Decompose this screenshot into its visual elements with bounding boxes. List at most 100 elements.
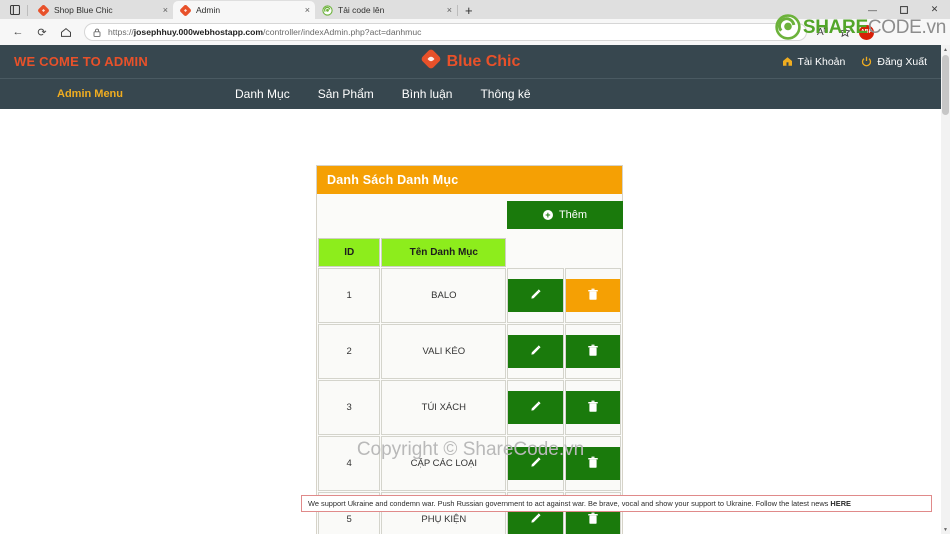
url-path: /controller/indexAdmin.php?act=danhmuc	[263, 27, 422, 37]
cell-delete	[564, 324, 621, 379]
nav-item-binh-luan[interactable]: Bình luận	[388, 87, 467, 101]
ukraine-support-banner: We support Ukraine and condemn war. Push…	[301, 495, 932, 512]
brand-logo[interactable]: Blue Chic	[421, 49, 520, 74]
home-icon	[782, 56, 793, 67]
cell-delete	[564, 380, 621, 435]
main-content: Danh Sách Danh Mục + Thêm ID Tên Danh Mụ…	[0, 109, 941, 534]
tab-title: Tải code lên	[338, 5, 385, 15]
adblock-plus-icon[interactable]: ABP	[857, 23, 876, 42]
table-header-row: ID Tên Danh Mục	[318, 238, 621, 267]
maximize-button[interactable]	[888, 0, 919, 19]
minimize-button[interactable]: —	[857, 0, 888, 19]
edit-button[interactable]	[508, 279, 563, 312]
cell-edit	[507, 380, 564, 435]
logout-label: Đăng Xuất	[877, 55, 927, 68]
cell-id: 2	[318, 324, 381, 379]
nav-item-san-pham[interactable]: Sản Phẩm	[304, 87, 388, 101]
logout-link[interactable]: Đăng Xuất	[861, 56, 927, 68]
add-button-label: Thêm	[558, 209, 588, 221]
collections-icon[interactable]	[879, 23, 898, 42]
close-icon[interactable]: ×	[305, 5, 310, 15]
close-window-button[interactable]: ✕	[919, 0, 950, 19]
tab-title: Admin	[196, 5, 221, 15]
scroll-up-arrow[interactable]: ▲	[941, 45, 950, 54]
browser-essentials-icon[interactable]	[901, 23, 920, 42]
browser-tab-tai-code-len[interactable]: Tải code lên ×	[315, 1, 457, 19]
category-table: ID Tên Danh Mục 1 BALO 2 VALI KÉO 3 TÚI …	[317, 237, 622, 534]
reload-icon[interactable]: ⟳	[30, 21, 54, 43]
tab-list-icon[interactable]	[4, 1, 26, 19]
cell-edit	[507, 324, 564, 379]
column-header-delete	[565, 238, 621, 267]
table-row: 1 BALO	[318, 268, 621, 323]
settings-menu-icon[interactable]	[923, 23, 942, 42]
copyright-text: Copyright © ShareCode.vn	[356, 439, 585, 460]
table-head: ID Tên Danh Mục	[318, 238, 621, 267]
close-icon[interactable]: ×	[447, 5, 452, 15]
column-header-name: Tên Danh Mục	[381, 238, 507, 267]
page-content: WE COME TO ADMIN Blue Chic Tài Khoản Đăn…	[0, 45, 941, 534]
cell-id: 3	[318, 380, 381, 435]
category-list-panel: Danh Sách Danh Mục + Thêm ID Tên Danh Mụ…	[316, 165, 623, 534]
cell-id: 1	[318, 268, 381, 323]
scrollbar-thumb[interactable]	[942, 55, 949, 115]
toolbar-right-icons: Aᴺ ABP	[813, 23, 944, 42]
ukraine-banner-link[interactable]: HERE	[830, 499, 851, 508]
ukraine-banner-text: We support Ukraine and condemn war. Push…	[308, 499, 831, 508]
browser-tab-shop-blue-chic[interactable]: Shop Blue Chic ×	[31, 1, 173, 19]
cell-name: BALO	[381, 268, 507, 323]
pencil-icon	[529, 344, 542, 360]
address-bar[interactable]: https://josephhuy.000webhostapp.com/cont…	[84, 23, 807, 41]
browser-toolbar: ← ⟳ https://josephhuy.000webhostapp.com/…	[0, 19, 950, 45]
pencil-icon	[529, 400, 542, 416]
add-category-button[interactable]: + Thêm	[508, 202, 622, 228]
trash-icon	[587, 288, 599, 304]
admin-nav: Admin Menu Danh Mục Sản Phẩm Bình luận T…	[0, 78, 941, 109]
delete-button[interactable]	[565, 335, 620, 368]
bluechic-favicon	[38, 4, 49, 16]
scroll-down-arrow[interactable]: ▼	[941, 525, 950, 534]
column-header-id: ID	[318, 238, 381, 267]
window-controls: — ✕	[857, 0, 950, 19]
delete-button[interactable]	[565, 279, 620, 312]
cell-edit	[507, 268, 564, 323]
plus-circle-icon: +	[542, 210, 553, 220]
admin-menu-label: Admin Menu	[57, 88, 123, 100]
panel-body: + Thêm ID Tên Danh Mục 1 BALO 2 VALI KÉO…	[317, 194, 622, 534]
back-icon[interactable]: ←	[6, 21, 30, 43]
url-scheme: https://	[108, 27, 134, 37]
edit-button[interactable]	[508, 335, 563, 368]
tab-separator	[27, 5, 28, 16]
read-aloud-icon[interactable]: Aᴺ	[813, 23, 832, 42]
trash-icon	[587, 344, 599, 360]
pencil-icon	[529, 512, 542, 528]
lock-icon	[93, 28, 101, 37]
trash-icon	[587, 512, 599, 528]
bluechic-favicon	[180, 4, 191, 16]
trash-icon	[587, 400, 599, 416]
panel-title: Danh Sách Danh Mục	[317, 166, 622, 194]
new-tab-button[interactable]: +	[465, 4, 473, 17]
url-text: https://josephhuy.000webhostapp.com/cont…	[108, 27, 421, 37]
admin-header: WE COME TO ADMIN Blue Chic Tài Khoản Đăn…	[0, 45, 941, 78]
url-domain: josephhuy.000webhostapp.com	[133, 27, 264, 37]
page-title: WE COME TO ADMIN	[14, 54, 148, 69]
browser-tab-admin[interactable]: Admin ×	[173, 1, 315, 19]
edit-button[interactable]	[508, 391, 563, 424]
favorites-icon[interactable]	[835, 23, 854, 42]
tab-title: Shop Blue Chic	[54, 5, 113, 15]
nav-item-thong-ke[interactable]: Thông kê	[466, 87, 544, 101]
page-scrollbar[interactable]: ▲ ▼	[941, 45, 950, 534]
pencil-icon	[529, 288, 542, 304]
browser-window: Shop Blue Chic × Admin × Tải code lên × …	[0, 0, 950, 534]
close-icon[interactable]: ×	[163, 5, 168, 15]
tab-separator	[457, 5, 458, 16]
tab-strip: Shop Blue Chic × Admin × Tải code lên × …	[0, 0, 950, 19]
bluechic-diamond-icon	[421, 49, 441, 74]
adblock-badge: ABP	[859, 24, 874, 40]
delete-button[interactable]	[565, 391, 620, 424]
nav-item-danh-muc[interactable]: Danh Mục	[221, 87, 304, 101]
account-link[interactable]: Tài Khoản	[782, 56, 845, 68]
home-icon[interactable]	[54, 21, 78, 43]
admin-header-actions: Tài Khoản Đăng Xuất	[782, 56, 927, 68]
